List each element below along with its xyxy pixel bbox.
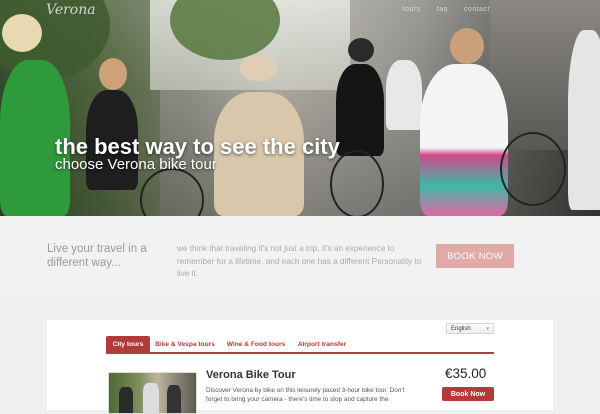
tour-price: €35.00: [445, 366, 487, 381]
tour-book-now-button[interactable]: Book Now: [442, 387, 494, 401]
hero-rider-helmet: [348, 38, 374, 62]
language-selected-value: English: [451, 325, 471, 332]
nav-link-contact[interactable]: contact: [464, 6, 490, 13]
hero-banner: Verona tours faq contact the best way to…: [0, 0, 600, 216]
hero-rider-head: [450, 28, 484, 64]
tour-thumbnail-rider: [119, 387, 133, 413]
hero-rider: [568, 30, 600, 210]
hero-bike-wheel: [500, 132, 566, 206]
tab-city-tours[interactable]: City tours: [106, 336, 150, 352]
site-logo[interactable]: Verona: [46, 2, 96, 18]
tour-thumbnail-rider: [167, 385, 181, 413]
tour-description: Discover Verona by bike on this leisurel…: [206, 387, 405, 403]
tour-title[interactable]: Verona Bike Tour: [206, 369, 296, 381]
nav-link-faq[interactable]: faq: [437, 6, 448, 13]
tab-wine-food-tours[interactable]: Wine & Food tours: [222, 336, 290, 352]
hero-rider: [336, 64, 384, 156]
hero-rider-hat: [2, 14, 42, 52]
tour-category-tabs: City tours Bike & Vespa tours Wine & Foo…: [106, 336, 494, 354]
nav-link-tours[interactable]: tours: [403, 6, 421, 13]
tab-airport-transfer[interactable]: Airport transfer: [292, 336, 352, 352]
tagline-text: Live your travel in a different way...: [47, 243, 147, 269]
tab-bike-vespa-tours[interactable]: Bike & Vespa tours: [150, 336, 220, 352]
language-select[interactable]: English ▾: [446, 323, 494, 334]
hero-rider: [386, 60, 422, 130]
hero-rider-hat: [240, 55, 278, 81]
tour-thumbnail-rider: [143, 383, 159, 413]
tour-thumbnail[interactable]: [108, 372, 197, 414]
tagline-description: we think that traveling it's not just a …: [177, 244, 422, 278]
hero-subtitle: choose Verona bike tour: [55, 156, 217, 173]
book-now-cta-button[interactable]: BOOK NOW: [436, 244, 514, 268]
hero-rider-head: [99, 58, 127, 90]
top-navigation: tours faq contact: [403, 6, 490, 13]
chevron-down-icon: ▾: [486, 326, 489, 332]
hero-rider: [420, 64, 508, 216]
